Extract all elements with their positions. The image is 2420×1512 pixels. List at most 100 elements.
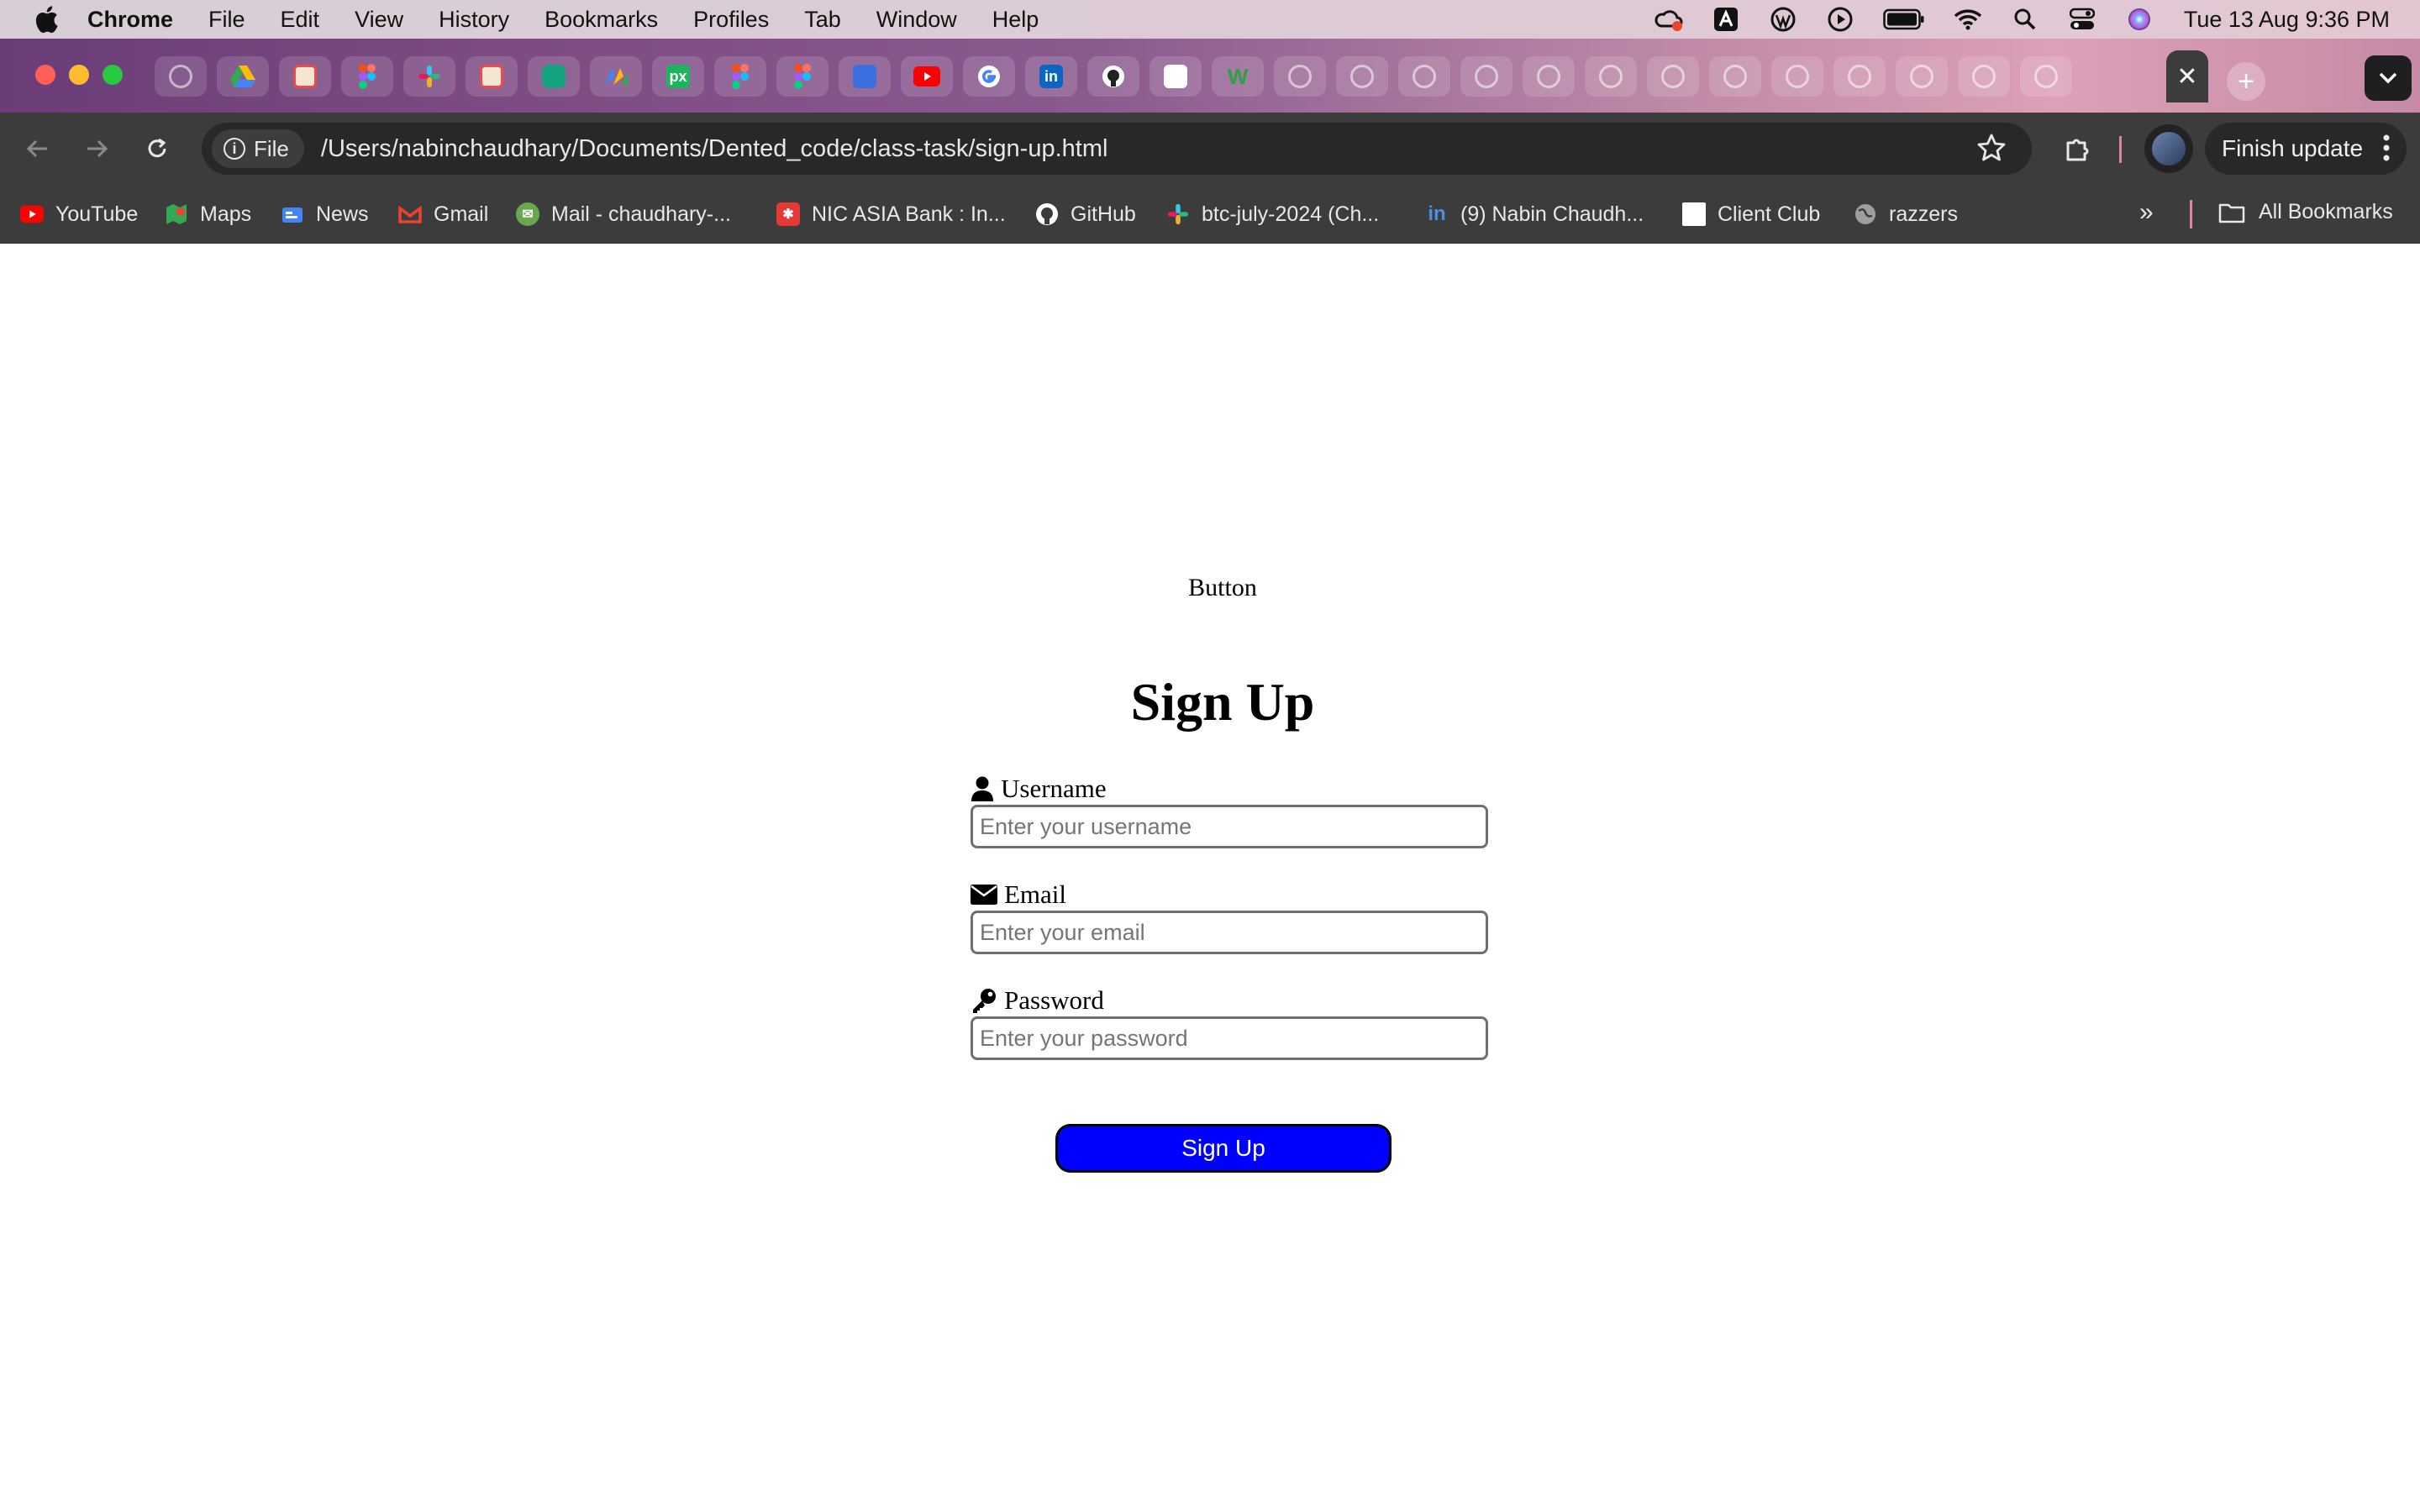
tab-globe-icon[interactable] [1523, 56, 1575, 97]
password-label-text: Password [1004, 985, 1104, 1015]
tab-figma-2-icon[interactable] [714, 56, 766, 97]
bookmark-mail[interactable]: ✉ Mail - chaudhary-... [516, 200, 731, 228]
finish-update-label: Finish update [2222, 135, 2364, 161]
password-input[interactable] [971, 1016, 1488, 1060]
folder-icon [2218, 202, 2245, 223]
tab-globe-icon[interactable] [1709, 56, 1761, 97]
play-circle-icon[interactable] [1824, 7, 1856, 32]
more-bookmarks-chevron-icon[interactable]: » [2139, 198, 2154, 227]
forward-arrow-icon[interactable] [76, 128, 118, 170]
fullscreen-window-button[interactable] [103, 65, 123, 85]
bookmark-label: YouTube [55, 202, 139, 226]
bookmark-news[interactable]: News [281, 200, 369, 228]
username-input[interactable] [971, 805, 1488, 848]
tab-client-club-icon[interactable] [1150, 56, 1202, 97]
tab-google-drive-icon[interactable] [217, 56, 269, 97]
tab-w-icon[interactable]: W [1212, 56, 1264, 97]
bookmark-gmail[interactable]: Gmail [398, 200, 488, 228]
tab-globe-icon[interactable] [155, 56, 207, 97]
menu-view[interactable]: View [355, 7, 403, 33]
spotlight-search-icon[interactable] [2009, 7, 2041, 32]
battery-icon[interactable] [1881, 7, 1927, 32]
back-arrow-icon[interactable] [17, 128, 59, 170]
tab-figma-icon[interactable] [341, 56, 393, 97]
menu-tab[interactable]: Tab [804, 7, 841, 33]
bookmark-btc-july[interactable]: btc-july-2024 (Ch... [1166, 200, 1379, 228]
bookmark-linkedin[interactable]: in (9) Nabin Chaudh... [1425, 200, 1644, 228]
menu-window[interactable]: Window [876, 7, 957, 33]
tab-app-icon[interactable] [466, 56, 518, 97]
reload-icon[interactable] [136, 128, 178, 170]
menu-file[interactable]: File [208, 7, 245, 33]
tab-whatsapp-icon[interactable] [528, 56, 580, 97]
profile-avatar[interactable] [2144, 124, 2193, 173]
adobe-acrobat-icon[interactable] [1710, 7, 1742, 32]
bookmark-razzers[interactable]: razzers [1854, 200, 1958, 228]
tab-google-icon[interactable] [963, 56, 1015, 97]
tab-github-icon[interactable] [1087, 56, 1139, 97]
tab-globe-icon[interactable] [1771, 56, 1823, 97]
tab-globe-icon[interactable] [1398, 56, 1450, 97]
bookmark-github[interactable]: GitHub [1035, 200, 1136, 228]
news-icon [281, 202, 304, 226]
envelope-icon [971, 885, 997, 905]
all-bookmarks-button[interactable]: All Bookmarks [2218, 200, 2393, 224]
tab-globe-icon[interactable] [1274, 56, 1326, 97]
bookmark-youtube[interactable]: YouTube [20, 200, 138, 228]
new-tab-button[interactable]: + [2227, 62, 2265, 101]
wifi-icon[interactable] [1952, 7, 1984, 32]
macos-menu-bar: Chrome File Edit View History Bookmarks … [0, 0, 2420, 39]
minimize-window-button[interactable] [69, 65, 89, 85]
youtube-icon [20, 202, 44, 226]
all-bookmarks-label: All Bookmarks [2259, 200, 2393, 223]
address-bar[interactable]: i File /Users/nabinchaudhary/Documents/D… [202, 123, 2032, 175]
bookmark-nic-asia[interactable]: ✱ NIC ASIA Bank : In... [776, 200, 1006, 228]
github-icon [1035, 202, 1059, 226]
sign-up-button[interactable]: Sign Up [1055, 1124, 1392, 1173]
menu-edit[interactable]: Edit [281, 7, 320, 33]
browser-toolbar: i File /Users/nabinchaudhary/Documents/D… [0, 113, 2420, 185]
tab-globe-icon[interactable] [2020, 56, 2072, 97]
menubar-clock[interactable]: Tue 13 Aug 9:36 PM [2184, 7, 2390, 33]
close-window-button[interactable] [35, 65, 55, 85]
wordpress-icon[interactable] [1767, 7, 1799, 32]
tab-px-icon[interactable]: px [652, 56, 704, 97]
bookmark-client-club[interactable]: Client Club [1682, 200, 1820, 228]
tab-globe-icon[interactable] [1460, 56, 1512, 97]
tab-youtube-icon[interactable] [901, 56, 953, 97]
tab-figma-3-icon[interactable] [776, 56, 829, 97]
tab-search-chevron-icon[interactable] [2365, 55, 2412, 101]
creative-cloud-icon[interactable] [1653, 7, 1685, 32]
active-tab-close-icon[interactable]: ✕ [2166, 50, 2208, 102]
bookmark-maps[interactable]: Maps [165, 200, 251, 228]
control-center-icon[interactable] [2066, 7, 2098, 32]
tab-figma-jam-icon[interactable] [279, 56, 331, 97]
url-text[interactable]: /Users/nabinchaudhary/Documents/Dented_c… [321, 135, 1108, 163]
tab-slack-icon[interactable] [403, 56, 455, 97]
bookmark-star-icon[interactable] [1976, 133, 2007, 167]
linkedin-icon: in [1428, 202, 1446, 225]
menu-app-name[interactable]: Chrome [87, 7, 173, 33]
menu-help[interactable]: Help [992, 7, 1039, 33]
siri-icon[interactable] [2123, 7, 2155, 32]
site-info-chip[interactable]: i File [212, 129, 304, 168]
email-input[interactable] [971, 911, 1488, 954]
tab-globe-icon[interactable] [1958, 56, 2010, 97]
tab-zoho-icon[interactable] [590, 56, 642, 97]
tab-globe-icon[interactable] [1647, 56, 1699, 97]
finish-update-button[interactable]: Finish update [2205, 123, 2407, 175]
menu-history[interactable]: History [439, 7, 509, 33]
tab-globe-icon[interactable] [1585, 56, 1637, 97]
extensions-puzzle-icon[interactable] [2057, 128, 2099, 170]
tab-linkedin-icon[interactable]: in [1025, 56, 1077, 97]
tab-globe-icon[interactable] [1336, 56, 1388, 97]
apple-icon[interactable] [34, 5, 59, 34]
menu-profiles[interactable]: Profiles [693, 7, 769, 33]
kebab-menu-icon[interactable] [2383, 134, 2390, 166]
menu-bookmarks[interactable]: Bookmarks [544, 7, 658, 33]
plain-button[interactable]: Button [1126, 574, 1319, 602]
tab-globe-icon[interactable] [1896, 56, 1948, 97]
bookmark-label: (9) Nabin Chaudh... [1460, 202, 1644, 226]
tab-globe-icon[interactable] [1833, 56, 1886, 97]
tab-flag-icon[interactable] [839, 56, 891, 97]
